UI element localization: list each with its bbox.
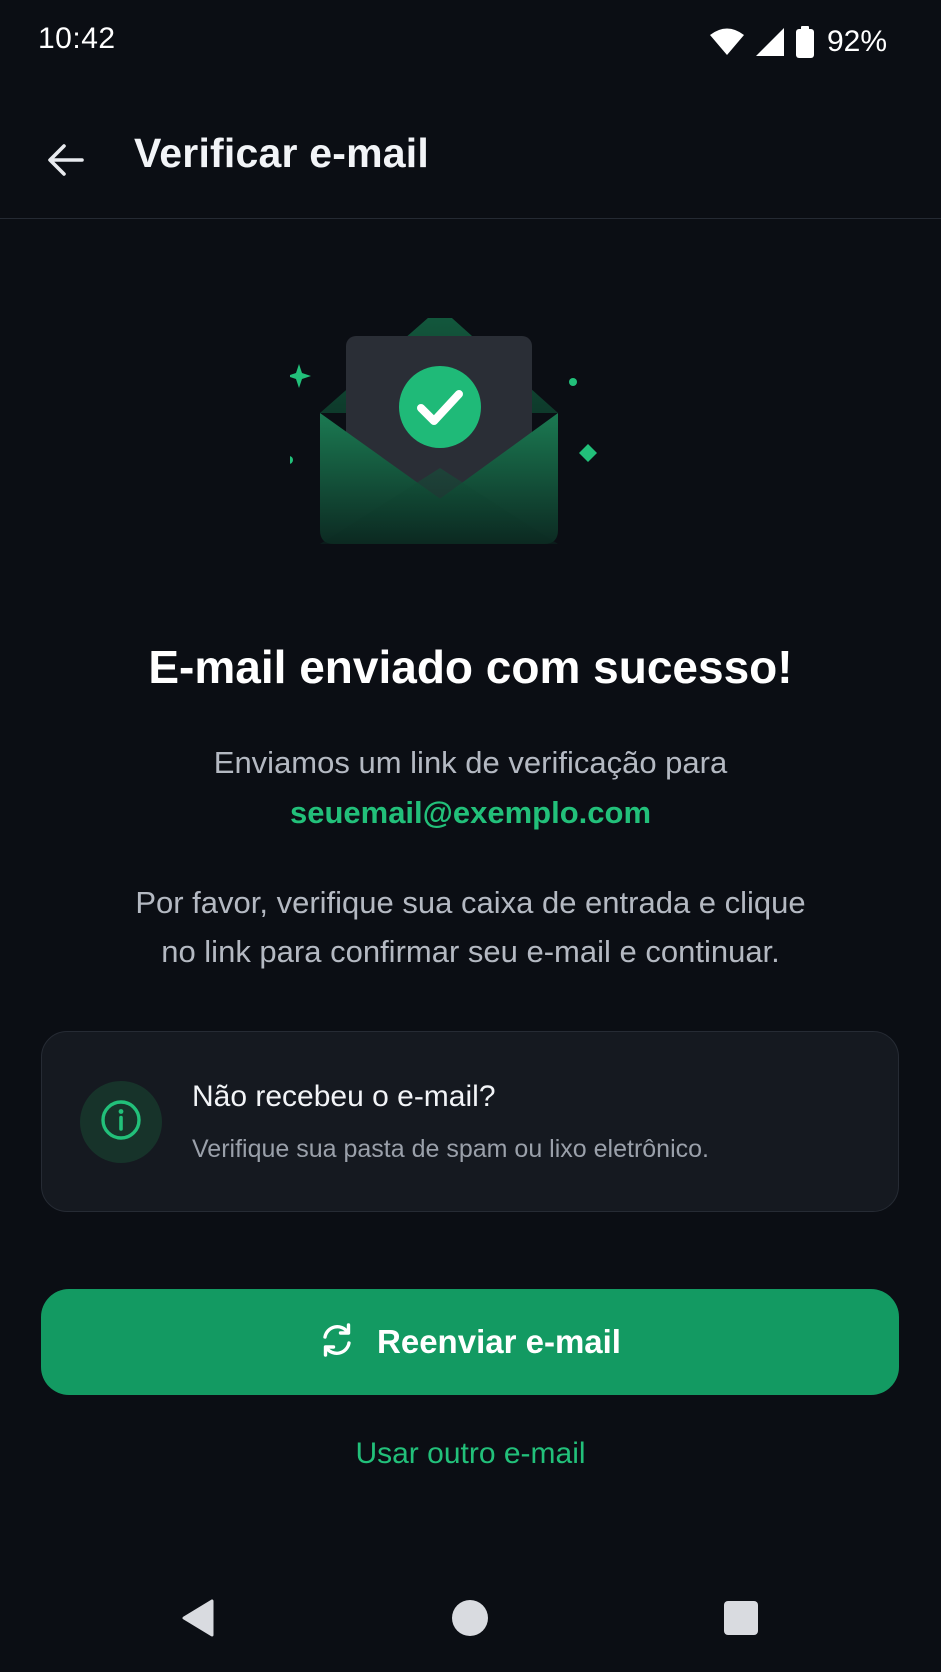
arrow-left-icon (46, 142, 86, 183)
status-bar: 10:42 92% (0, 0, 941, 84)
success-headline: E-mail enviado com sucesso! (148, 641, 793, 693)
signal-icon (755, 27, 785, 57)
refresh-icon (319, 1322, 355, 1363)
status-time: 10:42 (38, 22, 116, 55)
info-subtitle: Verifique sua pasta de spam ou lixo elet… (192, 1135, 709, 1163)
app-bar: Verificar e-mail (0, 100, 941, 219)
nav-back-button[interactable] (158, 1580, 238, 1660)
instruction-text: Por favor, verifique sua caixa de entrad… (100, 878, 841, 976)
page-title: Verificar e-mail (134, 130, 429, 176)
wifi-icon (709, 28, 745, 56)
resend-label: Reenviar e-mail (377, 1323, 621, 1360)
envelope-illustration (285, 309, 650, 590)
battery-icon (795, 26, 815, 58)
info-icon-badge (80, 1081, 162, 1163)
nav-home-button[interactable] (430, 1580, 510, 1660)
check-circle-icon (399, 366, 481, 448)
status-icons: 92% (709, 24, 887, 60)
email-address: seuemail@exemplo.com (289, 795, 652, 830)
nav-recents-button[interactable] (701, 1580, 781, 1660)
back-button[interactable] (30, 126, 102, 198)
spam-info-card: Não recebeu o e-mail? Verifique sua past… (41, 1031, 899, 1212)
battery-percent: 92% (826, 25, 887, 58)
use-other-email-link[interactable]: Usar outro e-mail (0, 1437, 941, 1471)
instruction-line-2: no link para confirmar seu e-mail e cont… (161, 934, 780, 969)
resend-email-button[interactable]: Reenviar e-mail (41, 1289, 899, 1395)
sparkle-icon (287, 364, 311, 388)
instruction-line-1: Por favor, verifique sua caixa de entrad… (135, 885, 806, 920)
info-icon (99, 1098, 143, 1147)
sent-description: Enviamos um link de verificação para (213, 745, 728, 780)
back-triangle-icon (180, 1599, 216, 1642)
info-title: Não recebeu o e-mail? (192, 1080, 496, 1113)
home-circle-icon (451, 1599, 489, 1642)
recents-square-icon (723, 1600, 759, 1641)
system-nav-bar (0, 1580, 941, 1672)
verify-email-screen: 10:42 92% Verificar e-mail E-mail enviad… (0, 0, 941, 1672)
